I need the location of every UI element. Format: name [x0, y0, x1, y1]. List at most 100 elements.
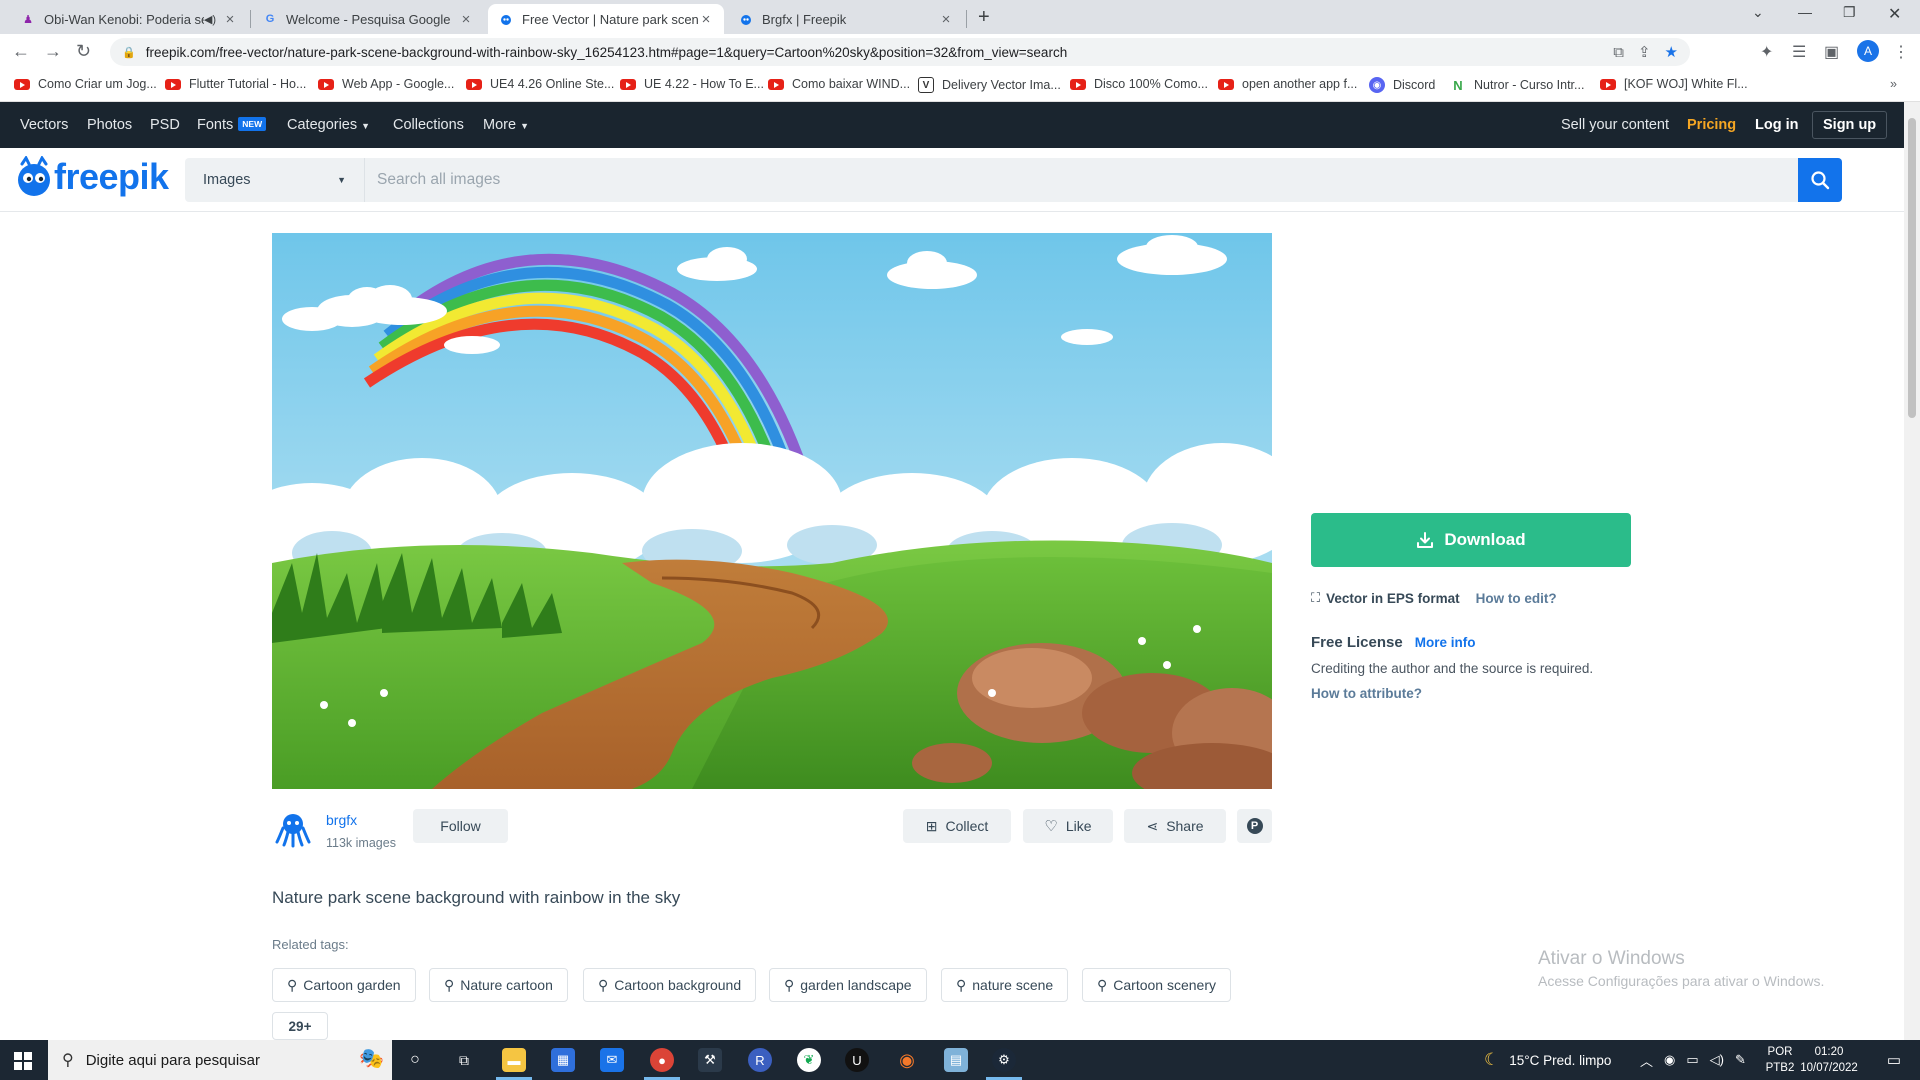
close-tab-icon[interactable]: ×	[698, 11, 714, 28]
restore-icon[interactable]: ❐	[1843, 4, 1856, 21]
tab-search-icon[interactable]: ⌄	[1752, 4, 1764, 21]
tab-freepik-vector[interactable]: Free Vector | Nature park scene b ×	[488, 4, 724, 34]
like-button[interactable]: ♡ Like	[1023, 809, 1113, 843]
r-app-icon[interactable]: R	[748, 1048, 772, 1072]
search-input[interactable]	[365, 158, 1798, 202]
nav-collections[interactable]: Collections	[393, 117, 464, 133]
windows-start-icon[interactable]	[14, 1052, 32, 1075]
store-icon[interactable]: ▦	[551, 1048, 575, 1072]
follow-button[interactable]: Follow	[413, 809, 508, 843]
reading-list-icon[interactable]: ☰	[1792, 42, 1806, 62]
pricing-link[interactable]: Pricing	[1687, 117, 1736, 133]
file-explorer-icon[interactable]: ▬	[502, 1048, 526, 1072]
meet-now-icon[interactable]: ◉	[1664, 1052, 1675, 1068]
mongodb-icon[interactable]: ❦	[797, 1048, 821, 1072]
chrome-icon[interactable]: ●	[650, 1048, 674, 1072]
notifications-icon[interactable]: ▭	[1882, 1048, 1906, 1072]
volume-icon[interactable]: ◁)	[1710, 1052, 1724, 1068]
extensions-icon[interactable]: ✦	[1760, 42, 1773, 62]
nav-psd[interactable]: PSD	[150, 117, 180, 133]
bookmark-item[interactable]: Flutter Tutorial - Ho...	[165, 77, 306, 91]
steam-icon[interactable]: ⚙	[992, 1048, 1016, 1072]
download-button[interactable]: Download	[1311, 513, 1631, 567]
speaker-icon[interactable]: ◀)	[204, 13, 216, 26]
forward-icon[interactable]: →	[44, 41, 62, 62]
taskbar-search-box[interactable]: ⚲ Digite aqui para pesquisar 🎭	[48, 1040, 392, 1080]
related-tag[interactable]: ⚲ Cartoon scenery	[1082, 968, 1231, 1002]
weather-widget[interactable]: ☾ 15°C Pred. limpo	[1484, 1040, 1611, 1080]
how-to-edit-link[interactable]: How to edit?	[1476, 591, 1557, 606]
nav-categories[interactable]: Categories ▼	[287, 117, 370, 133]
menu-kebab-icon[interactable]: ⋮	[1893, 42, 1909, 62]
url-text[interactable]: freepik.com/free-vector/nature-park-scen…	[146, 45, 1068, 60]
bookmark-item[interactable]: UE 4.22 - How To E...	[620, 77, 764, 91]
blender-icon[interactable]: ◉	[895, 1048, 919, 1072]
page-scrollbar[interactable]	[1904, 102, 1920, 1040]
lock-icon[interactable]: 🔒	[122, 46, 136, 59]
close-tab-icon[interactable]: ×	[458, 11, 474, 28]
tab-obi-wan[interactable]: ♟ Obi-Wan Kenobi: Poderia ser ◀) ×	[10, 4, 248, 34]
bookmark-item[interactable]: open another app f...	[1218, 77, 1357, 91]
tab-google-search[interactable]: G Welcome - Pesquisa Google ×	[252, 4, 484, 34]
bookmark-item[interactable]: Como Criar um Jog...	[14, 77, 157, 91]
author-name-link[interactable]: brgfx	[326, 812, 357, 828]
signup-button[interactable]: Sign up	[1812, 111, 1888, 139]
share-button[interactable]: ⋖ Share	[1124, 809, 1226, 843]
bookmark-item[interactable]: UE4 4.26 Online Ste...	[466, 77, 614, 91]
clock[interactable]: 01:20 10/07/2022	[1794, 1044, 1864, 1076]
translate-icon[interactable]: ⧉	[1613, 44, 1624, 61]
resource-preview-image[interactable]	[272, 233, 1272, 789]
login-link[interactable]: Log in	[1755, 117, 1799, 133]
nav-vectors[interactable]: Vectors	[20, 117, 68, 133]
related-tag[interactable]: ⚲ nature scene	[941, 968, 1069, 1002]
tab-brgfx[interactable]: Brgfx | Freepik ×	[728, 4, 964, 34]
how-to-attribute-link[interactable]: How to attribute?	[1311, 686, 1422, 701]
bookmark-item[interactable]: V Delivery Vector Ima...	[918, 77, 1061, 93]
related-tag[interactable]: ⚲ Cartoon background	[583, 968, 757, 1002]
search-type-select[interactable]: Images ▼	[185, 158, 365, 202]
address-bar[interactable]: 🔒 freepik.com/free-vector/nature-park-sc…	[110, 38, 1690, 66]
bookmark-item[interactable]: ◉ Discord	[1369, 77, 1435, 93]
nav-photos[interactable]: Photos	[87, 117, 132, 133]
nav-more[interactable]: More ▼	[483, 117, 529, 133]
author-avatar[interactable]	[272, 808, 314, 850]
side-panel-icon[interactable]: ▣	[1824, 42, 1839, 62]
tools-icon[interactable]: ⚒	[698, 1048, 722, 1072]
search-button[interactable]	[1798, 158, 1842, 202]
scrollbar-thumb[interactable]	[1908, 118, 1916, 418]
cortana-icon[interactable]: ○	[403, 1048, 427, 1072]
related-tag[interactable]: ⚲ garden landscape	[769, 968, 927, 1002]
network-icon[interactable]: ▭	[1686, 1052, 1698, 1068]
unreal-engine-icon[interactable]: U	[845, 1048, 869, 1072]
share-page-icon[interactable]: ⇪	[1638, 43, 1651, 61]
reload-icon[interactable]: ↻	[76, 41, 91, 62]
bookmark-item[interactable]: Como baixar WIND...	[768, 77, 910, 91]
nav-fonts[interactable]: Fonts NEW	[197, 117, 267, 133]
close-tab-icon[interactable]: ×	[938, 11, 954, 28]
bookmark-item[interactable]: N Nutror - Curso Intr...	[1450, 77, 1584, 93]
bookmark-star-icon[interactable]: ★	[1665, 43, 1678, 61]
new-tab-button[interactable]: +	[978, 6, 990, 29]
sell-content-link[interactable]: Sell your content	[1561, 117, 1669, 133]
pinterest-button[interactable]: P	[1237, 809, 1272, 843]
minimize-icon[interactable]: —	[1798, 4, 1812, 20]
bookmark-item[interactable]: [KOF WOJ] White Fl...	[1600, 77, 1748, 91]
bookmark-item[interactable]: Disco 100% Como...	[1070, 77, 1208, 91]
close-tab-icon[interactable]: ×	[222, 11, 238, 28]
related-tag[interactable]: ⚲ Cartoon garden	[272, 968, 416, 1002]
collect-button[interactable]: ⊞ Collect	[903, 809, 1011, 843]
more-info-link[interactable]: More info	[1415, 635, 1476, 650]
mail-icon[interactable]: ✉	[600, 1048, 624, 1072]
more-bookmarks-icon[interactable]: »	[1890, 77, 1897, 91]
chevron-up-icon[interactable]: ︿	[1640, 1051, 1653, 1070]
back-icon[interactable]: ←	[12, 41, 30, 62]
bookmark-item[interactable]: Web App - Google...	[318, 77, 454, 91]
pen-icon[interactable]: ✎	[1735, 1052, 1746, 1068]
task-view-icon[interactable]: ⧉	[452, 1048, 476, 1072]
related-tag[interactable]: ⚲ Nature cartoon	[429, 968, 568, 1002]
more-tags-button[interactable]: 29+	[272, 1012, 328, 1040]
close-window-icon[interactable]: ✕	[1888, 4, 1901, 24]
profile-avatar[interactable]: A	[1857, 40, 1879, 62]
notes-icon[interactable]: ▤	[944, 1048, 968, 1072]
freepik-logo[interactable]: freepik	[14, 156, 169, 198]
